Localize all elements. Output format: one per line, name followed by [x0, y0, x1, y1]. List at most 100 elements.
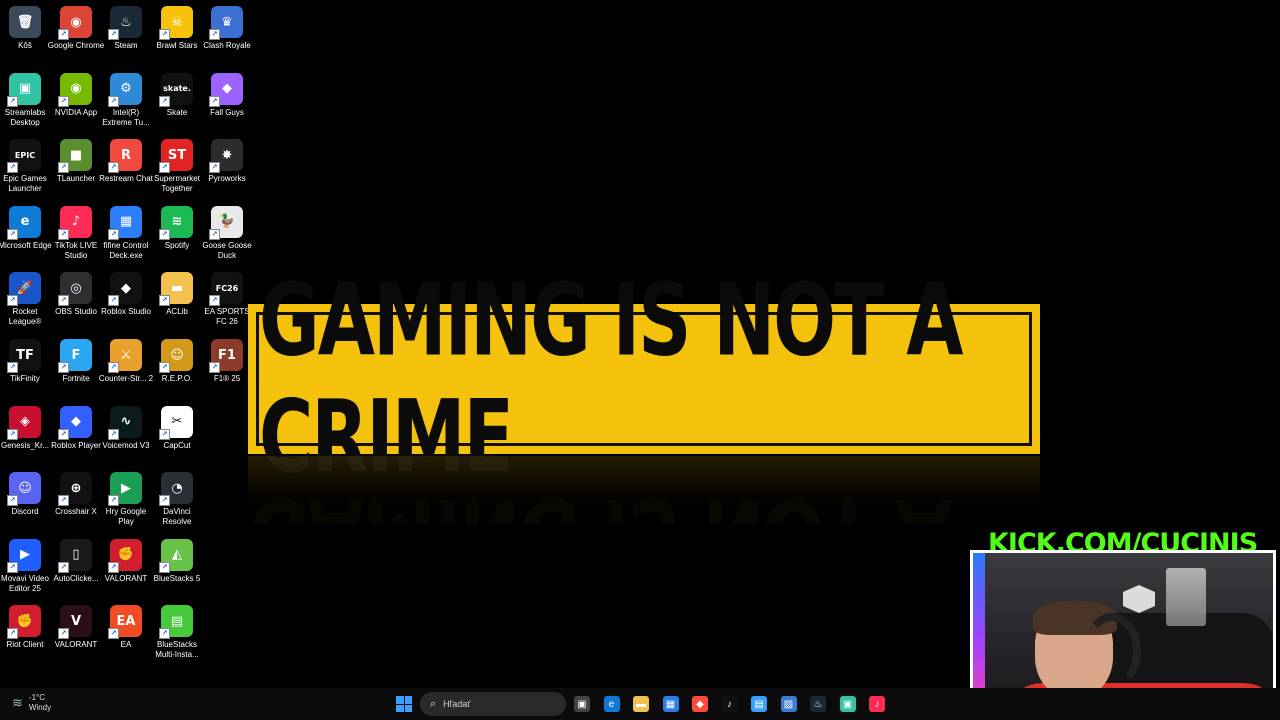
app-icon: ■ ↗: [58, 139, 92, 174]
store-icon[interactable]: ▦: [662, 696, 679, 712]
desktop-icon[interactable]: 🦆 ↗ Goose Goose Duck: [202, 200, 252, 261]
desktop-icon[interactable]: ☺ ↗ Discord: [0, 466, 50, 517]
app-icon: ≋ ↗: [159, 205, 193, 240]
desktop-icon-label: Epic Games Launcher: [3, 174, 47, 194]
desktop-icon-label: Restream Chat: [99, 174, 153, 184]
desktop-icon[interactable]: ▶ ↗ Movavi Video Editor 25: [0, 533, 50, 594]
desktop-icon[interactable]: ■ ↗ TLauncher: [51, 133, 101, 184]
shortcut-arrow-icon: ↗: [159, 628, 170, 640]
app-icon: F1 ↗: [209, 339, 243, 373]
notepad-icon[interactable]: ▤: [751, 696, 767, 712]
search-icon: ⌕: [430, 697, 437, 710]
desktop-icon[interactable]: ◉ ↗ Google Chrome: [48, 0, 104, 51]
desktop-icon[interactable]: ⚔ ↗ Counter-Str... 2: [99, 333, 153, 384]
app-icon: ✊ ↗: [7, 605, 41, 640]
shortcut-arrow-icon: ↗: [108, 295, 119, 307]
desktop-icon[interactable]: ≋ ↗ Spotify: [152, 200, 202, 251]
app-icon: ▯ ↗: [58, 538, 92, 573]
app-icon: EA ↗: [108, 605, 142, 640]
desktop-icon-label: Microsoft Edge: [0, 240, 52, 250]
desktop-icon[interactable]: ◎ ↗ OBS Studio: [51, 266, 101, 317]
desktop-icon[interactable]: ◈ ↗ Genesis_Kr...: [0, 400, 50, 451]
tiktok-taskbar-icon[interactable]: ♪: [721, 696, 738, 712]
desktop-icon[interactable]: ✸ ↗ Pyroworks: [202, 133, 252, 184]
desktop-icon[interactable]: 🗑 Kôš: [0, 0, 50, 51]
desktop-icon[interactable]: ☠ ↗ Brawl Stars: [152, 0, 202, 51]
desktop-icon[interactable]: ▬ ↗ ACLib: [152, 266, 202, 317]
desktop-icon-label: Goose Goose Duck: [202, 240, 252, 260]
shortcut-arrow-icon: ↗: [7, 295, 18, 307]
app-icon: ▣ ↗: [7, 72, 41, 107]
shortcut-arrow-icon: ↗: [159, 162, 170, 174]
shortcut-arrow-icon: ↗: [7, 561, 18, 573]
taskbar-search[interactable]: ⌕ Hľadať: [420, 692, 566, 716]
photos-icon[interactable]: ▨: [780, 696, 797, 712]
desktop-icon[interactable]: EA ↗ EA: [101, 599, 151, 650]
desktop-icon[interactable]: ✂ ↗ CapCut: [152, 400, 202, 451]
desktop-icon[interactable]: ◆ ↗ Roblox Player: [51, 400, 101, 451]
shortcut-arrow-icon: ↗: [159, 295, 170, 307]
desktop-icon[interactable]: F ↗ Fortnite: [51, 333, 101, 384]
file-explorer-icon[interactable]: ▬: [633, 696, 649, 712]
wallpaper-banner: GAMING IS NOT A CRIME: [248, 263, 1040, 495]
headset-icon: [1083, 613, 1141, 689]
desktop-icon[interactable]: 🚀 ↗ Rocket League®: [0, 266, 50, 327]
windows-start-icon[interactable]: [396, 696, 412, 712]
app-diamond-icon[interactable]: ◆: [692, 696, 708, 712]
desktop-icon[interactable]: ▯ ↗ AutoClicke...: [51, 533, 101, 584]
shortcut-arrow-icon: ↗: [58, 228, 69, 240]
desktop-icon[interactable]: ▤ ↗ BlueStacks Multi-Insta...: [152, 599, 202, 660]
app-icon: EPIC ↗: [7, 139, 41, 174]
app-icon: 🗑: [9, 6, 41, 38]
steam-taskbar-icon[interactable]: ♨: [810, 696, 826, 712]
app-icon: e ↗: [7, 205, 41, 240]
desktop-icon[interactable]: ☺ ↗ R.E.P.O.: [152, 333, 202, 384]
app-icon: 🚀 ↗: [7, 272, 41, 307]
shortcut-arrow-icon: ↗: [159, 362, 170, 373]
desktop-icon[interactable]: ⊕ ↗ Crosshair X: [51, 466, 101, 517]
desktop-icon[interactable]: ✊ ↗ VALORANT: [101, 533, 151, 584]
desktop-icon[interactable]: ♨ ↗ Steam: [101, 0, 151, 51]
desktop-icon[interactable]: R ↗ Restream Chat: [99, 133, 153, 184]
shortcut-arrow-icon: ↗: [209, 362, 220, 373]
desktop-icon[interactable]: ◆ ↗ Fall Guys: [202, 67, 252, 118]
weather-widget[interactable]: ≋ -1°C Windy: [12, 693, 51, 713]
desktop-icon[interactable]: TF ↗ TikFinity: [0, 333, 50, 384]
task-view-icon[interactable]: ▣: [574, 696, 590, 712]
desktop-icon[interactable]: ∿ ↗ Voicemod V3: [101, 400, 151, 451]
app-icon: ◭ ↗: [159, 538, 193, 573]
app-icon: ♪ ↗: [58, 205, 92, 240]
shortcut-arrow-icon: ↗: [58, 29, 69, 40]
desktop-icon[interactable]: ◆ ↗ Roblox Studio: [101, 266, 151, 317]
edge-taskbar-icon[interactable]: e: [603, 696, 620, 712]
wind-icon: ≋: [12, 695, 23, 710]
desktop-icon[interactable]: ▣ ↗ Streamlabs Desktop: [0, 67, 50, 128]
desktop-icon[interactable]: EPIC ↗ Epic Games Launcher: [0, 133, 50, 194]
app-icon: ✸ ↗: [209, 139, 243, 174]
desktop-icon-label: CapCut: [163, 440, 191, 450]
desktop-icon[interactable]: ◉ ↗ NVIDIA App: [51, 67, 101, 118]
tiktok-live-taskbar-icon[interactable]: ♪: [869, 696, 885, 712]
desktop-icon[interactable]: ▦ ↗ fifine Control Deck.exe: [101, 200, 151, 261]
desktop-icon-label: EA: [120, 640, 132, 650]
shortcut-arrow-icon: ↗: [7, 495, 18, 507]
desktop-icon[interactable]: ♪ ↗ TikTok LIVE Studio: [51, 200, 101, 261]
shortcut-arrow-icon: ↗: [159, 228, 170, 240]
desktop-icon[interactable]: FC26 ↗ EA SPORTS FC 26: [202, 266, 252, 327]
desktop-icon[interactable]: ◭ ↗ BlueStacks 5: [152, 533, 202, 584]
desktop-icon[interactable]: e ↗ Microsoft Edge: [0, 200, 52, 251]
app-icon: ST ↗: [159, 139, 193, 174]
desktop-icon[interactable]: ST ↗ Supermarket Together: [152, 133, 202, 194]
desktop-icon[interactable]: skate. ↗ Skate: [152, 67, 202, 118]
shortcut-arrow-icon: ↗: [7, 428, 18, 440]
desktop-icon[interactable]: F1 ↗ F1® 25: [202, 333, 252, 384]
desktop-icon[interactable]: ▶ ↗ Hry Google Play: [101, 466, 151, 527]
streamlabs-taskbar-icon[interactable]: ▣: [839, 696, 856, 712]
desktop-icon[interactable]: V ↗ VALORANT: [51, 599, 101, 650]
desktop-icon[interactable]: ♛ ↗ Clash Royale: [202, 0, 252, 51]
desktop-icon[interactable]: ✊ ↗ Riot Client: [0, 599, 50, 650]
desktop-icon-label: Clash Royale: [203, 41, 251, 50]
shortcut-arrow-icon: ↗: [209, 162, 220, 174]
desktop-icon[interactable]: ◔ ↗ DaVinci Resolve: [152, 466, 202, 527]
desktop-icon[interactable]: ⚙ ↗ Intel(R) Extreme Tu...: [101, 67, 151, 128]
